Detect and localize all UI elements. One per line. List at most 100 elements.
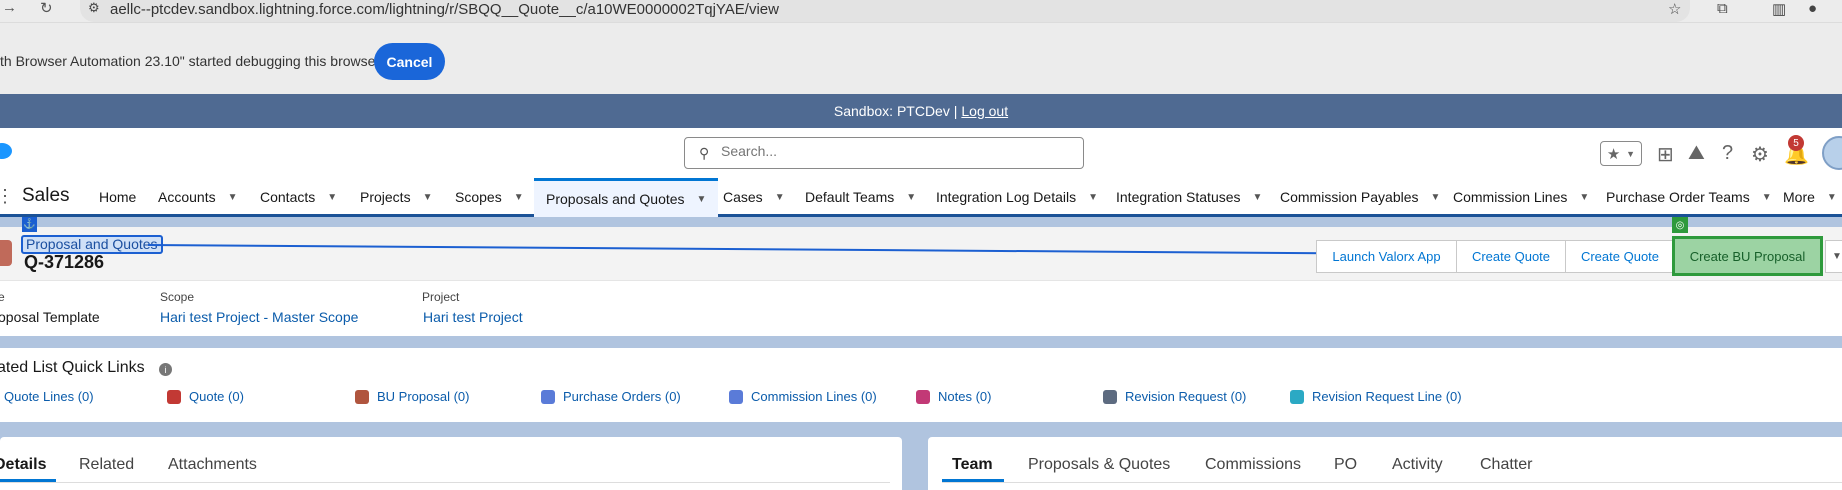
chevron-down-icon[interactable]: ▼: [1431, 192, 1441, 203]
quick-link-label: Notes (0): [938, 389, 992, 404]
create-quote-button[interactable]: Create Quote: [1456, 240, 1566, 273]
global-search[interactable]: ⚲: [684, 137, 1084, 169]
chevron-down-icon[interactable]: ▼: [1827, 192, 1837, 203]
related-quick-links-card: [0, 348, 1842, 422]
sandbox-label: Sandbox: PTCDev |: [833, 103, 958, 119]
tab-attachments[interactable]: Attachments: [168, 456, 257, 474]
quick-link-label: Quote (0): [189, 389, 244, 404]
address-bar[interactable]: ⚙ aellc--ptcdev.sandbox.lightning.force.…: [80, 0, 1690, 22]
app-launcher-icon[interactable]: ⋮: [0, 186, 14, 207]
chevron-down-icon[interactable]: ▼: [775, 192, 785, 203]
more-actions-chevron-icon[interactable]: ▼: [1825, 240, 1842, 273]
tab-purchase-order-teams[interactable]: Purchase Order Teams ▼: [1606, 178, 1772, 216]
logout-link[interactable]: Log out: [961, 103, 1008, 119]
notes-icon: [916, 389, 930, 404]
field-label-scope: Scope: [160, 290, 195, 304]
field-value-project-link[interactable]: Hari test Project: [423, 309, 523, 325]
help-icon[interactable]: ?: [1722, 142, 1733, 165]
tab-integration-statuses[interactable]: Integration Statuses ▼: [1116, 178, 1262, 216]
revision-line-icon: [1290, 389, 1304, 404]
site-settings-icon[interactable]: ⚙: [88, 0, 100, 16]
sandbox-banner: Sandbox: PTCDev | Log out: [0, 94, 1842, 128]
tab-related[interactable]: Related: [79, 456, 134, 474]
debug-message: th Browser Automation 23.10" started deb…: [0, 53, 381, 69]
tab-more[interactable]: More ▼: [1783, 178, 1837, 216]
tab-team[interactable]: Team: [952, 456, 993, 474]
chevron-down-icon[interactable]: ▼: [906, 192, 916, 203]
chevron-down-icon[interactable]: ▼: [1579, 192, 1589, 203]
tab-cases[interactable]: Cases ▼: [723, 178, 785, 216]
launch-valorx-app-button[interactable]: Launch Valorx App: [1316, 240, 1457, 273]
related-quick-links-title: ated List Quick Links: [0, 359, 145, 376]
quick-link-purchase-orders[interactable]: Purchase Orders (0): [541, 389, 681, 404]
forward-icon[interactable]: →: [2, 0, 17, 16]
tabset-divider: [942, 482, 1842, 483]
search-input[interactable]: [721, 143, 1061, 159]
cancel-debug-button[interactable]: Cancel: [374, 43, 445, 80]
chevron-down-icon[interactable]: ▼: [327, 192, 337, 203]
tab-proposals-quotes[interactable]: Proposals & Quotes: [1028, 456, 1170, 474]
tab-label: Commission Lines: [1453, 189, 1568, 205]
tab-projects[interactable]: Projects ▼: [360, 178, 432, 216]
field-value-type: oposal Template: [0, 309, 100, 325]
tab-commissions[interactable]: Commissions: [1205, 456, 1301, 474]
record-object-icon: [0, 240, 12, 266]
quick-link-label: Purchase Orders (0): [563, 389, 681, 404]
url-text: aellc--ptcdev.sandbox.lightning.force.co…: [110, 1, 779, 18]
tab-label: Integration Statuses: [1116, 189, 1241, 205]
quick-link-label: Commission Lines (0): [751, 389, 877, 404]
chevron-down-icon[interactable]: ▼: [1088, 192, 1098, 203]
quick-link-label: BU Proposal (0): [377, 389, 470, 404]
chevron-down-icon[interactable]: ▼: [514, 192, 524, 203]
quick-link-notes[interactable]: Notes (0): [916, 389, 991, 404]
tab-proposals-and-quotes[interactable]: Proposals and Quotes ▼: [534, 178, 719, 217]
chevron-down-icon[interactable]: ▼: [228, 192, 238, 203]
tab-po[interactable]: PO: [1334, 456, 1357, 474]
favorites-button[interactable]: ★ ▼: [1600, 141, 1642, 166]
tab-label: Purchase Order Teams: [1606, 189, 1750, 205]
global-actions-icon[interactable]: ⊞: [1657, 142, 1674, 167]
tab-scopes[interactable]: Scopes ▼: [455, 178, 524, 216]
trailhead-icon[interactable]: ⛰: [1688, 142, 1705, 165]
chevron-down-icon[interactable]: ▼: [697, 194, 707, 205]
active-tab-indicator: [942, 479, 1004, 482]
tab-label: Scopes: [455, 189, 502, 205]
tab-commission-payables[interactable]: Commission Payables ▼: [1280, 178, 1440, 216]
quick-link-revision-request[interactable]: Revision Request (0): [1103, 389, 1246, 404]
bookmark-star-icon[interactable]: ☆: [1668, 0, 1681, 18]
extensions-icon[interactable]: ⧉: [1717, 0, 1728, 17]
reload-icon[interactable]: ↻: [40, 0, 53, 17]
field-label-type: e: [0, 290, 5, 304]
setup-gear-icon[interactable]: ⚙: [1751, 142, 1769, 167]
tab-commission-lines[interactable]: Commission Lines ▼: [1453, 178, 1589, 216]
quick-link-quote[interactable]: Quote (0): [167, 389, 244, 404]
quick-link-bu-proposal[interactable]: BU Proposal (0): [355, 389, 469, 404]
tab-home[interactable]: Home: [99, 178, 136, 216]
profile-icon[interactable]: ●: [1808, 0, 1817, 17]
tab-details[interactable]: Details: [0, 456, 46, 474]
field-label-project: Project: [422, 290, 460, 304]
quick-link-revision-request-line[interactable]: Revision Request Line (0): [1290, 389, 1462, 404]
tab-label: Contacts: [260, 189, 316, 205]
tab-activity[interactable]: Activity: [1392, 456, 1443, 474]
chevron-down-icon[interactable]: ▼: [1253, 192, 1263, 203]
tab-default-teams[interactable]: Default Teams ▼: [805, 178, 916, 216]
tab-label: Proposals and Quotes: [546, 191, 685, 207]
chevron-down-icon: ▼: [1626, 148, 1636, 159]
tab-integration-log-details[interactable]: Integration Log Details ▼: [936, 178, 1098, 216]
tab-accounts[interactable]: Accounts ▼: [158, 178, 238, 216]
active-tab-indicator: [0, 479, 56, 482]
create-bu-proposal-button[interactable]: Create BU Proposal: [1672, 236, 1823, 276]
tab-label: Cases: [723, 189, 763, 205]
quick-link-quote-lines[interactable]: Quote Lines (0): [4, 389, 94, 404]
quick-link-commission-lines[interactable]: Commission Lines (0): [729, 389, 877, 404]
side-panel-icon[interactable]: ▥: [1772, 0, 1786, 18]
tab-label: Accounts: [158, 189, 216, 205]
tab-chatter[interactable]: Chatter: [1480, 456, 1532, 474]
field-value-scope-link[interactable]: Hari test Project - Master Scope: [160, 309, 358, 325]
info-icon[interactable]: i: [159, 363, 172, 376]
create-quote-button-2[interactable]: Create Quote: [1565, 240, 1675, 273]
tab-contacts[interactable]: Contacts ▼: [260, 178, 337, 216]
chevron-down-icon[interactable]: ▼: [423, 192, 433, 203]
chevron-down-icon[interactable]: ▼: [1762, 192, 1772, 203]
